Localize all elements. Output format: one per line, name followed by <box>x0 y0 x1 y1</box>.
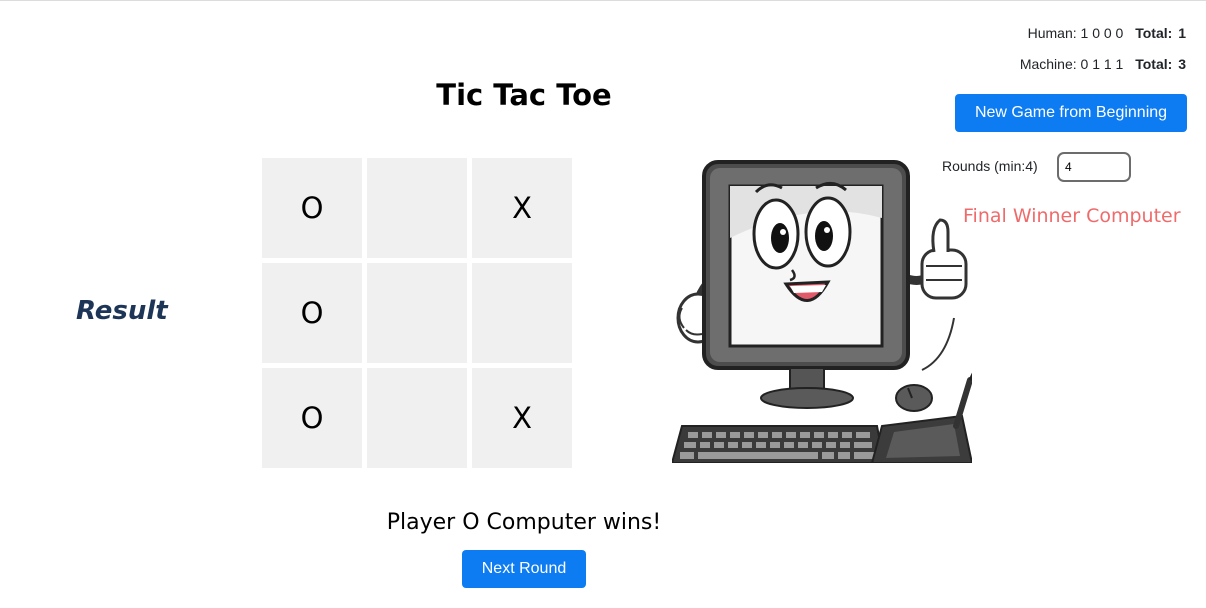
board-cell-7[interactable] <box>367 368 467 468</box>
board-cell-1[interactable] <box>367 158 467 258</box>
board-cell-8[interactable]: X <box>472 368 572 468</box>
game-board: O X O O X <box>262 158 572 468</box>
result-label: Result <box>76 296 168 326</box>
computer-mascot-illustration <box>672 160 972 463</box>
board-cell-5[interactable] <box>472 263 572 363</box>
human-score-label: Human: <box>1027 25 1077 41</box>
page-title: Tic Tac Toe <box>436 78 612 112</box>
board-cell-0[interactable]: O <box>262 158 362 258</box>
human-total-label: Total: <box>1135 25 1173 41</box>
keyboard-icon <box>672 425 886 463</box>
machine-round-results: 0 1 1 1 <box>1080 56 1124 72</box>
machine-score-label: Machine: <box>1019 56 1077 72</box>
top-divider <box>0 0 1206 1</box>
new-game-button[interactable]: New Game from Beginning <box>955 94 1187 132</box>
human-total-value: 1 <box>1178 25 1186 41</box>
board-cell-4[interactable] <box>367 263 467 363</box>
human-round-results: 1 0 0 0 <box>1080 25 1124 41</box>
human-score: Human: 1 0 0 0 Total: 1 <box>1028 25 1186 41</box>
machine-score: Machine: 0 1 1 1 Total: 3 <box>1020 56 1186 72</box>
rounds-input[interactable] <box>1057 152 1131 182</box>
board-cell-3[interactable]: O <box>262 263 362 363</box>
game-status-message: Player O Computer wins! <box>386 510 662 535</box>
final-winner-text: Final Winner Computer <box>963 205 1181 227</box>
board-cell-6[interactable]: O <box>262 368 362 468</box>
board-cell-2[interactable]: X <box>472 158 572 258</box>
thumbs-up-icon <box>920 218 968 300</box>
next-round-button[interactable]: Next Round <box>462 550 586 588</box>
machine-total-value: 3 <box>1178 56 1186 72</box>
machine-total-label: Total: <box>1135 56 1173 72</box>
